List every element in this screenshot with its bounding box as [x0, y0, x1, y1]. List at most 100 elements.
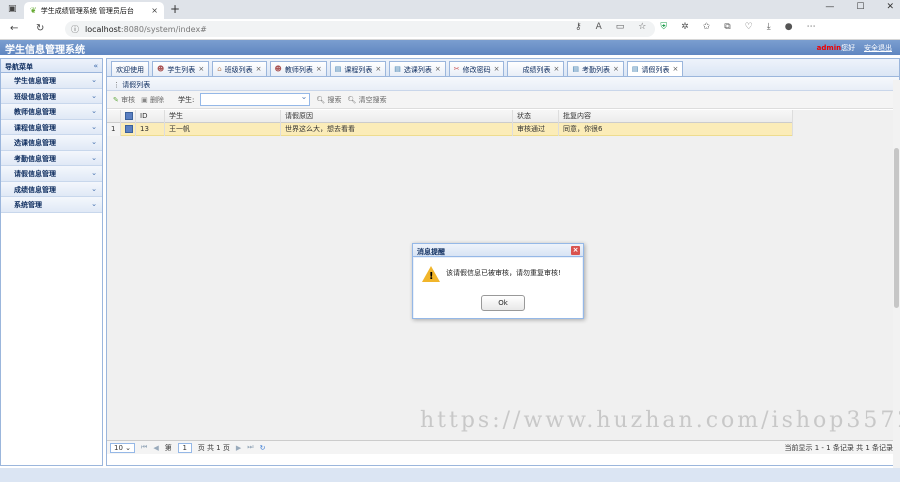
- clear-label: 清空搜索: [358, 95, 387, 104]
- sidebar-item-selections[interactable]: 选课信息管理 ⌄: [1, 135, 102, 151]
- ok-button[interactable]: Ok: [481, 295, 525, 311]
- delete-button[interactable]: ▣ 删除: [141, 95, 164, 105]
- sidebar-title: 导航菜单: [5, 63, 33, 71]
- chevron-down-icon: ⌄: [91, 153, 97, 162]
- heart-icon[interactable]: ♡: [745, 22, 753, 32]
- col-header-status[interactable]: 状态: [513, 109, 559, 123]
- close-icon[interactable]: ×: [316, 65, 322, 76]
- shield-icon[interactable]: ⛨: [660, 22, 667, 32]
- sidebar-item-leave[interactable]: 请假信息管理 ⌄: [1, 166, 102, 182]
- next-page-icon[interactable]: ▶: [236, 444, 241, 452]
- sidebar-item-system[interactable]: 系统管理 ⌄: [1, 197, 102, 213]
- info-icon[interactable]: ⓘ: [71, 24, 79, 35]
- sidebar-item-classes[interactable]: 班级信息管理 ⌄: [1, 88, 102, 104]
- close-icon[interactable]: ×: [256, 65, 262, 76]
- tab-class-list[interactable]: ⌂ 班级列表 ×: [212, 61, 267, 76]
- search-icon: 🔍︎: [347, 95, 357, 104]
- tab-leave-list[interactable]: ▤ 请假列表 ×: [626, 61, 684, 76]
- cell-reply: 同意，你很6: [559, 122, 793, 136]
- dialog-body: ! 该请假信息已被审核，请勿重复审核! Ok: [414, 258, 582, 318]
- cell-reason: 世界这么大，想去看看: [281, 122, 513, 136]
- tab-label: 教师列表: [284, 66, 313, 74]
- sidebar-item-students[interactable]: 学生信息管理 ⌄: [1, 73, 102, 89]
- dialog-message: 该请假信息已被审核，请勿重复审核!: [446, 269, 561, 277]
- dialog-title: 消息提醒: [417, 248, 445, 256]
- close-window-icon[interactable]: ✕: [886, 2, 894, 12]
- tab-label: 欢迎使用: [116, 66, 144, 74]
- close-icon[interactable]: ×: [494, 65, 500, 76]
- dialog-header: 消息提醒 ×: [413, 244, 583, 257]
- first-page-icon[interactable]: ⏮: [141, 443, 147, 452]
- sidebar-item-attendance[interactable]: 考勤信息管理 ⌄: [1, 150, 102, 166]
- page-size-select[interactable]: 10 ⌄: [110, 442, 136, 453]
- leaf-icon: ❦: [30, 6, 37, 15]
- download-icon[interactable]: ⤓: [767, 22, 771, 32]
- back-icon[interactable]: ←: [10, 23, 18, 34]
- tab-attendance-list[interactable]: ▤ 考勤列表 ×: [567, 61, 624, 76]
- approve-button[interactable]: ✎ 审核: [113, 95, 135, 105]
- read-aloud-icon[interactable]: A: [596, 22, 602, 32]
- tab-change-password[interactable]: ✂ 修改密码 ×: [448, 61, 505, 76]
- pagination-summary: 当前显示 1 - 1 条记录 共 1 条记录: [784, 443, 893, 452]
- close-icon[interactable]: ×: [435, 65, 441, 76]
- tab-label: 考勤列表: [581, 66, 610, 74]
- sidebar-item-teachers[interactable]: 教师信息管理 ⌄: [1, 104, 102, 120]
- favorite-icon[interactable]: ☆: [638, 22, 646, 32]
- checkbox[interactable]: [125, 111, 133, 120]
- page-number-input[interactable]: 1: [177, 442, 192, 453]
- favorites-icon[interactable]: ✩: [703, 22, 711, 32]
- reload-icon[interactable]: ↻: [36, 23, 44, 34]
- user-area: admin您好 安全退出: [817, 43, 892, 53]
- sidebar-item-label: 请假信息管理: [14, 170, 56, 178]
- user-icon: ☻: [157, 65, 165, 73]
- search-button[interactable]: 🔍︎ 搜索: [316, 95, 341, 105]
- close-icon[interactable]: ×: [672, 65, 678, 76]
- collections-icon[interactable]: ⧉: [724, 22, 730, 32]
- tab-student-list[interactable]: ☻ 学生列表 ×: [152, 61, 210, 76]
- col-header-id[interactable]: ID: [136, 109, 165, 123]
- tab-course-list[interactable]: ▤ 课程列表 ×: [329, 61, 387, 76]
- student-select[interactable]: [200, 92, 311, 106]
- row-number: 1: [107, 122, 121, 136]
- row-checkbox[interactable]: [121, 122, 136, 136]
- split-screen-icon[interactable]: ▭: [616, 22, 625, 32]
- col-header-student[interactable]: 学生: [165, 109, 281, 123]
- close-icon[interactable]: ×: [613, 65, 619, 76]
- minimize-icon[interactable]: —: [825, 2, 834, 12]
- last-page-icon[interactable]: ⏭: [247, 443, 253, 452]
- close-icon[interactable]: ×: [553, 65, 559, 76]
- clear-search-button[interactable]: 🔍︎ 清空搜索: [347, 95, 386, 105]
- sidebar-item-scores[interactable]: 成绩信息管理 ⌄: [1, 181, 102, 197]
- logout-link[interactable]: 安全退出: [864, 44, 892, 52]
- close-icon[interactable]: ×: [375, 65, 381, 76]
- tab-selection-list[interactable]: ▤ 选课列表 ×: [389, 61, 446, 76]
- tab-welcome[interactable]: 欢迎使用: [111, 61, 149, 76]
- close-icon[interactable]: ×: [571, 246, 580, 255]
- collapse-icon[interactable]: «: [93, 62, 98, 70]
- tab-label: 学生列表: [167, 66, 196, 74]
- tab-teacher-list[interactable]: ☻ 教师列表 ×: [269, 61, 327, 76]
- url-field[interactable]: ⓘ localhost:8080/system/index#: [65, 21, 655, 37]
- checkbox[interactable]: [125, 124, 133, 133]
- maximize-icon[interactable]: ☐: [856, 2, 864, 12]
- select-all-checkbox[interactable]: [121, 109, 136, 123]
- col-header-reason[interactable]: 请假原因: [281, 109, 513, 123]
- new-tab-icon[interactable]: +: [170, 2, 180, 16]
- pencil-icon: ✎: [113, 95, 119, 104]
- profile-icon[interactable]: ●: [785, 22, 793, 32]
- close-icon[interactable]: ×: [198, 65, 204, 76]
- browser-tab[interactable]: ❦ 学生成绩管理系统 管理员后台 ×: [24, 2, 164, 19]
- key-icon[interactable]: ⚷: [575, 22, 582, 32]
- extensions-icon[interactable]: ✲: [681, 22, 689, 32]
- table-row[interactable]: 1 13 王一帆 世界这么大，想去看看 审核通过 同意，你很6: [107, 122, 793, 136]
- page-suffix: 页 共 1 页: [197, 443, 230, 452]
- tab-score-list[interactable]: 成绩列表 ×: [507, 61, 565, 76]
- sidebar-item-courses[interactable]: 课程信息管理 ⌄: [1, 119, 102, 135]
- close-tab-icon[interactable]: ×: [151, 6, 158, 15]
- more-icon[interactable]: ⋯: [807, 22, 816, 32]
- scrollbar-thumb[interactable]: [894, 148, 899, 308]
- tab-actions-icon[interactable]: ▣: [8, 4, 17, 14]
- refresh-icon[interactable]: ↻: [260, 444, 266, 452]
- prev-page-icon[interactable]: ◀: [153, 444, 158, 452]
- col-header-reply[interactable]: 批复内容: [559, 109, 793, 123]
